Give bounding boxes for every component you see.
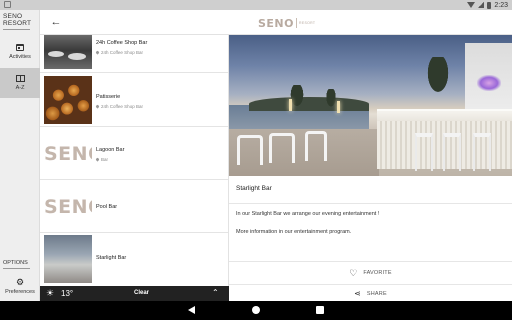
wifi-icon [467,2,476,8]
venue-title: Starlight Bar [236,185,272,192]
signal-icon [478,2,485,8]
venue-name: 24h Coffee Shop Bar [96,40,148,46]
list-item[interactable]: 24h Coffee Shop Bar 24h Coffee Shop Bar [40,35,228,73]
divider [229,203,512,204]
book-icon [15,75,25,82]
resort-logo: SENO RESORT [258,16,316,30]
brand-label: SENO RESORT [3,13,32,27]
venue-description: In our Starlight Bar we arrange our even… [236,211,380,217]
top-app-bar: ← SENO RESORT [40,10,512,35]
back-icon[interactable] [188,306,195,314]
venue-thumbnail: SENO [44,183,92,231]
weather-bar[interactable]: ☀ 13° Clear ⌃ [40,286,229,301]
venue-list: 24h Coffee Shop Bar 24h Coffee Shop Bar … [40,35,229,286]
share-icon: ⋖ [354,289,361,298]
venue-description-more: More information in our entertainment pr… [236,229,352,235]
venue-photo [229,35,512,176]
divider [3,268,30,269]
sun-icon: ☀ [46,288,55,298]
venue-name: Lagoon Bar [96,147,125,153]
venue-name: Starlight Bar [96,255,127,261]
favorite-button[interactable]: ♡ FAVORITE [229,262,512,284]
nav-item-label: A-Z [15,85,25,91]
side-navigation: SENO RESORT Activities A-Z OPTIONS ⚙ Pre… [0,10,40,301]
back-button[interactable]: ← [49,15,63,29]
venue-location: 24h Coffee Shop Bar [95,50,143,55]
heart-icon: ♡ [349,267,358,278]
chevron-up-icon[interactable]: ⌃ [212,288,219,298]
share-button[interactable]: ⋖ SHARE [229,287,512,301]
nav-item-label: Activities [9,54,31,60]
divider [3,29,30,30]
gear-icon: ⚙ [15,277,25,287]
divider [229,284,512,285]
arrow-left-icon: ← [50,16,62,28]
venue-location: Bar [95,157,108,162]
venue-location: 24h Coffee Shop Bar [95,104,143,109]
list-item[interactable]: Starlight Bar [40,233,228,286]
venue-name: Patisserie [96,94,121,100]
venue-name: Pool Bar [96,204,118,210]
venue-thumbnail [44,76,92,124]
preferences-label: Preferences [5,289,35,295]
recents-icon[interactable] [316,306,324,314]
venue-thumbnail [44,235,92,283]
home-icon[interactable] [252,306,260,314]
status-icons: 2:23 [467,0,508,10]
system-navigation-bar [0,301,512,320]
venue-thumbnail [44,35,92,69]
location-pin-icon [95,50,100,55]
calendar-icon [16,44,24,51]
nav-item-activities[interactable]: Activities [0,37,40,67]
status-bar: 2:23 [0,0,512,10]
location-pin-icon [95,104,100,109]
location-pin-icon [95,157,100,162]
notification-icon [4,1,11,8]
battery-icon [487,1,492,9]
nav-item-a-z[interactable]: A-Z [0,68,40,98]
clock: 2:23 [494,1,508,9]
list-item[interactable]: Patisserie 24h Coffee Shop Bar [40,73,228,127]
temperature: 13° [61,289,74,298]
venue-detail: Starlight Bar In our Starlight Bar we ar… [229,35,512,301]
options-heading: OPTIONS [3,260,28,266]
preferences-button[interactable]: ⚙ Preferences [0,277,40,296]
list-item[interactable]: SENO Lagoon Bar Bar [40,127,228,180]
list-item[interactable]: SENO Pool Bar [40,180,228,233]
weather-condition: Clear [134,290,150,296]
venue-thumbnail: SENO [44,130,92,178]
